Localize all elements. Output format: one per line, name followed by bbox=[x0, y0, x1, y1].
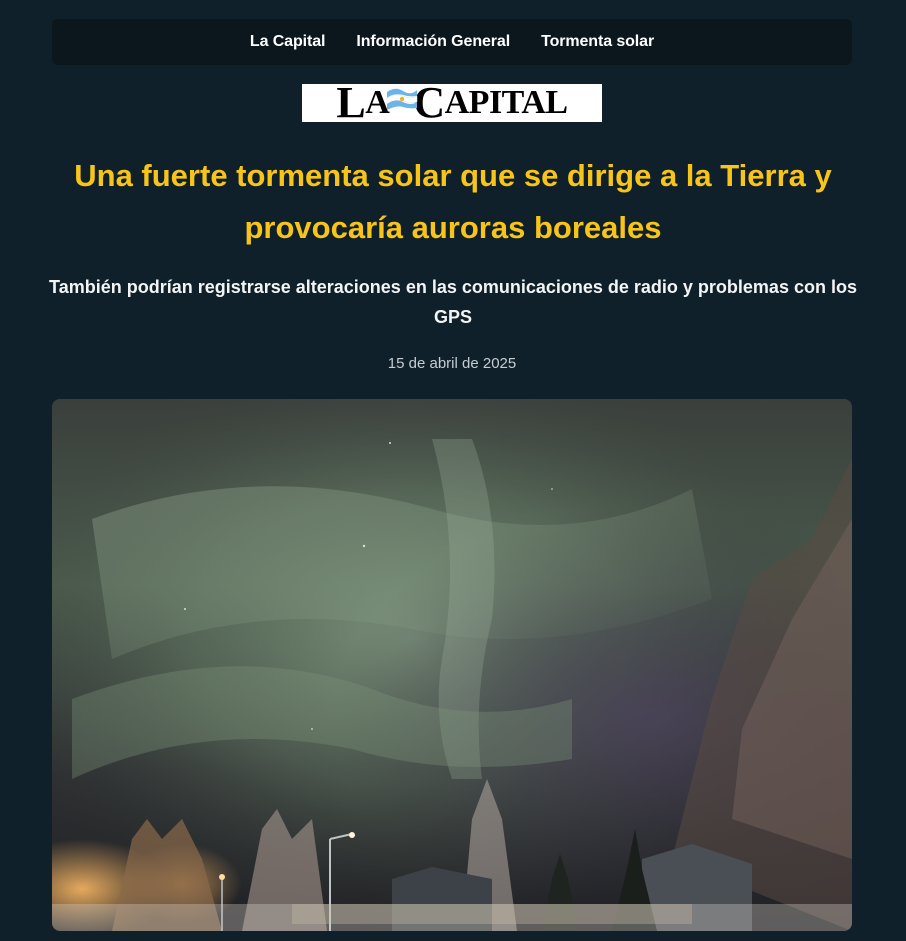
article-page: La Capital Información General Tormenta … bbox=[0, 0, 906, 941]
site-logo[interactable]: LA C APITAL bbox=[302, 84, 602, 122]
nav-link-tormenta-solar[interactable]: Tormenta solar bbox=[541, 33, 654, 51]
top-navigation: La Capital Información General Tormenta … bbox=[52, 19, 852, 65]
nav-link-informacion-general[interactable]: Información General bbox=[356, 33, 510, 51]
site-logo-wordmark: LA C APITAL bbox=[336, 84, 568, 122]
nav-link-la-capital[interactable]: La Capital bbox=[250, 33, 326, 51]
article-subheadline: También podrían registrarse alteraciones… bbox=[49, 277, 857, 327]
article-date: 15 de abril de 2025 bbox=[387, 355, 517, 372]
hero-image-aurora bbox=[52, 399, 852, 931]
article-headline: Una fuerte tormenta solar que se dirige … bbox=[74, 158, 832, 245]
argentina-flag-icon bbox=[387, 88, 418, 110]
